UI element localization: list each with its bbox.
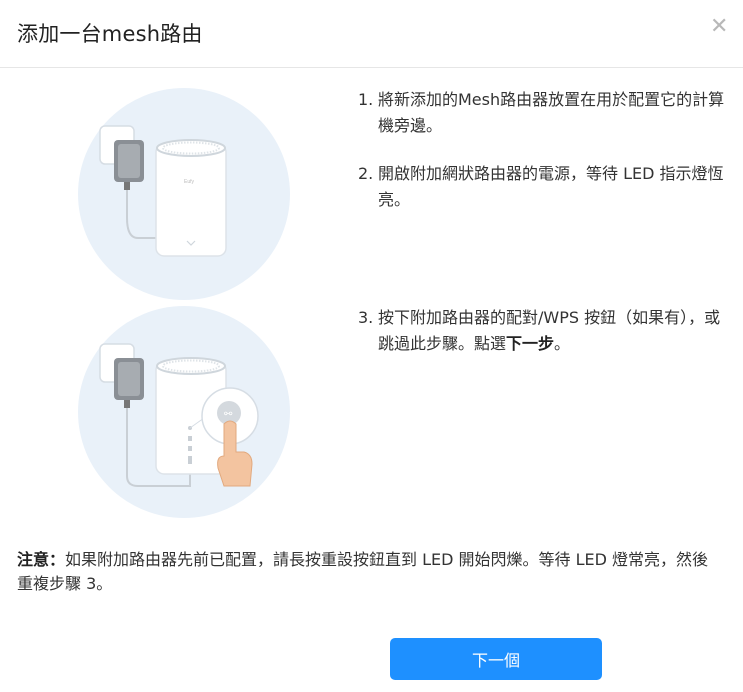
step-number: 2. bbox=[358, 164, 374, 183]
step-2: 2. 開啟附加網狀路由器的電源，等待 LED 指示燈恆亮。 bbox=[358, 161, 730, 213]
dialog-header: 添加一台mesh路由 ✕ bbox=[0, 0, 743, 68]
dialog-title: 添加一台mesh路由 bbox=[17, 22, 203, 46]
svg-text:⚯: ⚯ bbox=[224, 409, 233, 420]
next-button[interactable]: 下一個 bbox=[390, 638, 602, 680]
brand-label: Eufy bbox=[184, 179, 195, 185]
step-text: 按下附加路由器的配對/WPS 按鈕（如果有），或跳過此步驟。點選下一步。 bbox=[378, 305, 730, 357]
pairing-button-illustration: ⚯ bbox=[78, 306, 290, 518]
step-3: 3. 按下附加路由器的配對/WPS 按鈕（如果有），或跳過此步驟。點選下一步。 bbox=[358, 305, 730, 357]
note-text: 如果附加路由器先前已配置，請長按重設按鈕直到 LED 開始閃爍。等待 LED 燈… bbox=[17, 550, 709, 593]
step-text-end: 。 bbox=[554, 334, 571, 353]
note: 注意：如果附加路由器先前已配置，請長按重設按鈕直到 LED 開始閃爍。等待 LE… bbox=[17, 548, 717, 596]
step-1: 1. 將新添加的Mesh路由器放置在用於配置它的計算機旁邊。 bbox=[358, 87, 730, 139]
step-number: 1. bbox=[358, 90, 374, 109]
step-text: 將新添加的Mesh路由器放置在用於配置它的計算機旁邊。 bbox=[378, 90, 725, 135]
step-text: 開啟附加網狀路由器的電源，等待 LED 指示燈恆亮。 bbox=[378, 164, 724, 209]
note-label: 注意： bbox=[17, 550, 66, 569]
step-number: 3. bbox=[358, 308, 374, 327]
close-icon[interactable]: ✕ bbox=[710, 16, 728, 38]
router-power-illustration: Eufy bbox=[78, 88, 290, 300]
next-step-emphasis: 下一步 bbox=[506, 334, 555, 353]
